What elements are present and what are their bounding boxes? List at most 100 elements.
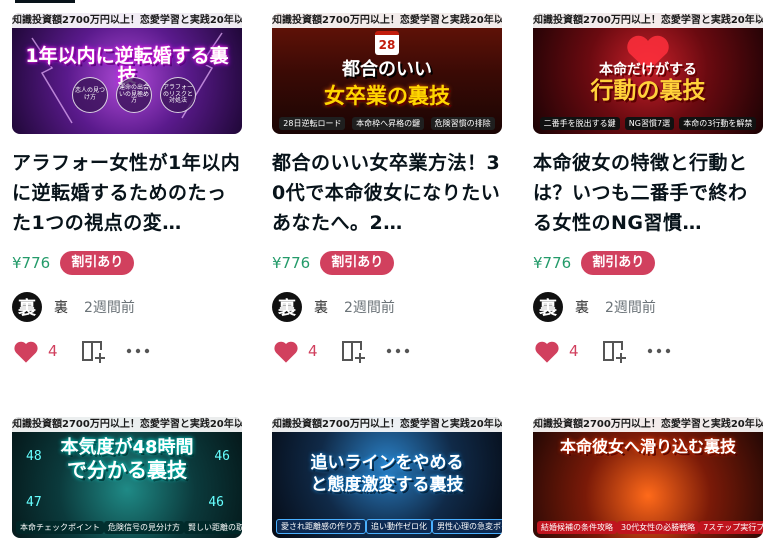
thumbnail-ribbon: 知識投資額2700万円以上！恋愛学習と実践20年以上！: [12, 417, 242, 432]
price: ¥776: [12, 254, 51, 272]
heart-icon: [535, 341, 559, 363]
post-time: 2週間前: [84, 300, 135, 316]
article-thumbnail[interactable]: 知識投資額2700万円以上！恋愛学習と実践20年以上！ 本命彼女へ滑り込む裏技 …: [533, 417, 763, 538]
thumbnail-ribbon: 知識投資額2700万円以上！恋愛学習と実践20年以上！: [12, 13, 242, 28]
timer-number: 47: [26, 495, 42, 510]
author-row: 裏 裏 2週間前: [533, 291, 763, 323]
thumbnail-pills: 本命チェックポイント 危険信号の見分け方 賢しい距離の取り方: [16, 521, 242, 534]
thumbnail-headline: と態度激変する裏技: [310, 475, 464, 495]
thumbnail-pill: 愛され距離感の作り方: [276, 519, 366, 534]
thumbnail-pills: 結婚候補の条件攻略 30代女性の必勝戦略 7ステップ実行プラン: [537, 521, 763, 534]
tab-active-indicator: [15, 0, 75, 3]
thumbnail-pill: 二番手を脱出する鍵: [539, 117, 620, 130]
thumbnail-headline-top: 本命だけがする: [599, 62, 697, 78]
article-card[interactable]: 知識投資額2700万円以上！恋愛学習と実践20年以上！ 追いラインをやめる と態…: [272, 417, 502, 538]
article-card[interactable]: 知識投資額2700万円以上！恋愛学習と実践20年以上！ 本命彼女へ滑り込む裏技 …: [533, 417, 763, 538]
thumbnail-ribbon: 知識投資額2700万円以上！恋愛学習と実践20年以上！: [272, 13, 502, 28]
more-button[interactable]: [386, 347, 410, 355]
thumbnail-pills: 28日逆転ロード 本命枠へ昇格の鍵 危険習慣の排除: [276, 117, 498, 130]
more-button[interactable]: [647, 347, 671, 355]
timer-number: 46: [214, 449, 230, 464]
discount-badge: 割引あり: [60, 251, 135, 275]
like-count: 4: [308, 342, 318, 360]
calendar-badge: 28: [375, 31, 399, 55]
discount-badge: 割引あり: [581, 251, 656, 275]
article-card[interactable]: 知識投資額2700万円以上！恋愛学習と実践20年以上！ 28 都合のいい 女卒業…: [272, 13, 502, 365]
timer-number: 46: [208, 495, 224, 510]
action-row: 4: [533, 337, 763, 365]
thumbnail-headline: 行動の裏技: [590, 78, 706, 104]
thumbnail-pill: 男性心理の急変ポイント: [432, 519, 502, 534]
avatar[interactable]: 裏: [272, 292, 302, 322]
thumbnail-pill: 結婚候補の条件攻略: [537, 521, 617, 534]
price: ¥776: [533, 254, 572, 272]
more-icon: [126, 348, 149, 354]
article-thumbnail[interactable]: 知識投資額2700万円以上！恋愛学習と実践20年以上！ 本気度が48時間 で分か…: [12, 417, 242, 538]
article-card[interactable]: 知識投資額2700万円以上！恋愛学習と実践20年以上！ 本気度が48時間 で分か…: [12, 417, 242, 538]
heart-icon: [274, 341, 298, 363]
like-button[interactable]: [272, 338, 300, 364]
article-thumbnail[interactable]: 知識投資額2700万円以上！恋愛学習と実践20年以上！ 28 都合のいい 女卒業…: [272, 13, 502, 134]
like-button[interactable]: [533, 338, 561, 364]
thumbnail-pill: 危険習慣の排除: [430, 117, 495, 130]
thumbnail-pill: 追い動作ゼロ化: [366, 519, 432, 534]
action-row: 4: [12, 337, 242, 365]
thumbnail-headline: で分かる裏技: [67, 458, 187, 482]
thumbnail-ribbon: 知識投資額2700万円以上！恋愛学習と実践20年以上！: [272, 417, 502, 432]
thumbnail-pills: 二番手を脱出する鍵 NG習慣7選 本命の3行動を解禁: [537, 117, 759, 130]
magazine-add-icon: [602, 341, 626, 363]
thumbnail-pill: 30代女性の必勝戦略: [617, 521, 700, 534]
magazine-add-icon: [81, 341, 105, 363]
article-title[interactable]: 都合のいい女卒業方法！30代で本命彼女になりたいあなたへ。2…: [272, 148, 502, 238]
discount-badge: 割引あり: [320, 251, 395, 275]
article-thumbnail[interactable]: 知識投資額2700万円以上！恋愛学習と実践20年以上！ 本命だけがする 行動の裏…: [533, 13, 763, 134]
thumbnail-ribbon: 知識投資額2700万円以上！恋愛学習と実践20年以上！: [533, 13, 763, 28]
thumbnail-headline-top: 追いラインをやめる: [310, 453, 464, 473]
more-button[interactable]: [126, 347, 150, 355]
more-icon: [647, 348, 670, 354]
avatar[interactable]: 裏: [12, 292, 42, 322]
article-card[interactable]: 知識投資額2700万円以上！恋愛学習と実践20年以上！ 1年以内に逆転婚する裏技…: [12, 13, 242, 365]
more-icon: [386, 348, 409, 354]
thumbnail-circle: 恋人の見つけ方: [72, 77, 108, 113]
add-to-magazine-button[interactable]: [601, 338, 629, 364]
author-row: 裏 裏 2週間前: [12, 291, 242, 323]
add-to-magazine-button[interactable]: [340, 338, 368, 364]
post-time: 2週間前: [605, 300, 656, 316]
author-name[interactable]: 裏: [314, 297, 328, 317]
author-name[interactable]: 裏: [575, 297, 589, 317]
article-thumbnail[interactable]: 知識投資額2700万円以上！恋愛学習と実践20年以上！ 追いラインをやめる と態…: [272, 417, 502, 538]
article-thumbnail[interactable]: 知識投資額2700万円以上！恋愛学習と実践20年以上！ 1年以内に逆転婚する裏技…: [12, 13, 242, 134]
price: ¥776: [272, 254, 311, 272]
thumbnail-circle: 運命の出会いの見極め方: [116, 77, 152, 113]
price-row: ¥776 割引あり: [533, 251, 763, 275]
article-card[interactable]: 知識投資額2700万円以上！恋愛学習と実践20年以上！ 本命だけがする 行動の裏…: [533, 13, 763, 365]
article-title[interactable]: アラフォー女性が1年以内に逆転婚するためのたった1つの視点の変…: [12, 148, 242, 238]
like-count: 4: [48, 342, 58, 360]
avatar[interactable]: 裏: [533, 292, 563, 322]
thumbnail-headline: 女卒業の裏技: [324, 84, 450, 108]
article-title[interactable]: 本命彼女の特徴と行動とは？いつも二番手で終わる女性のNG習慣…: [533, 148, 763, 238]
thumbnail-pill: 賢しい距離の取り方: [184, 521, 242, 534]
thumbnail-circles: 恋人の見つけ方 運命の出会いの見極め方 アラフォーのリスクと対処法: [72, 77, 196, 113]
thumbnail-ribbon: 知識投資額2700万円以上！恋愛学習と実践20年以上！: [533, 417, 763, 432]
timer-number: 48: [26, 449, 42, 464]
thumbnail-pill: NG習慣7選: [624, 117, 675, 130]
add-to-magazine-button[interactable]: [80, 338, 108, 364]
action-row: 4: [272, 337, 502, 365]
magazine-add-icon: [341, 341, 365, 363]
post-time: 2週間前: [344, 300, 395, 316]
thumbnail-pill: 危険信号の見分け方: [104, 521, 184, 534]
thumbnail-pill: 本命の3行動を解禁: [679, 117, 757, 130]
like-button[interactable]: [12, 338, 40, 364]
author-name[interactable]: 裏: [54, 297, 68, 317]
thumbnail-headline: 本命彼女へ滑り込む裏技: [559, 437, 736, 456]
thumbnail-headline-top: 本気度が48時間: [60, 437, 194, 458]
price-row: ¥776 割引あり: [12, 251, 242, 275]
like-count: 4: [569, 342, 579, 360]
thumbnail-pill: 本命枠へ昇格の鍵: [352, 117, 425, 130]
price-row: ¥776 割引あり: [272, 251, 502, 275]
thumbnail-pill: 本命チェックポイント: [16, 521, 104, 534]
thumbnail-headline-top: 都合のいい: [342, 59, 432, 80]
heart-icon: [14, 341, 38, 363]
